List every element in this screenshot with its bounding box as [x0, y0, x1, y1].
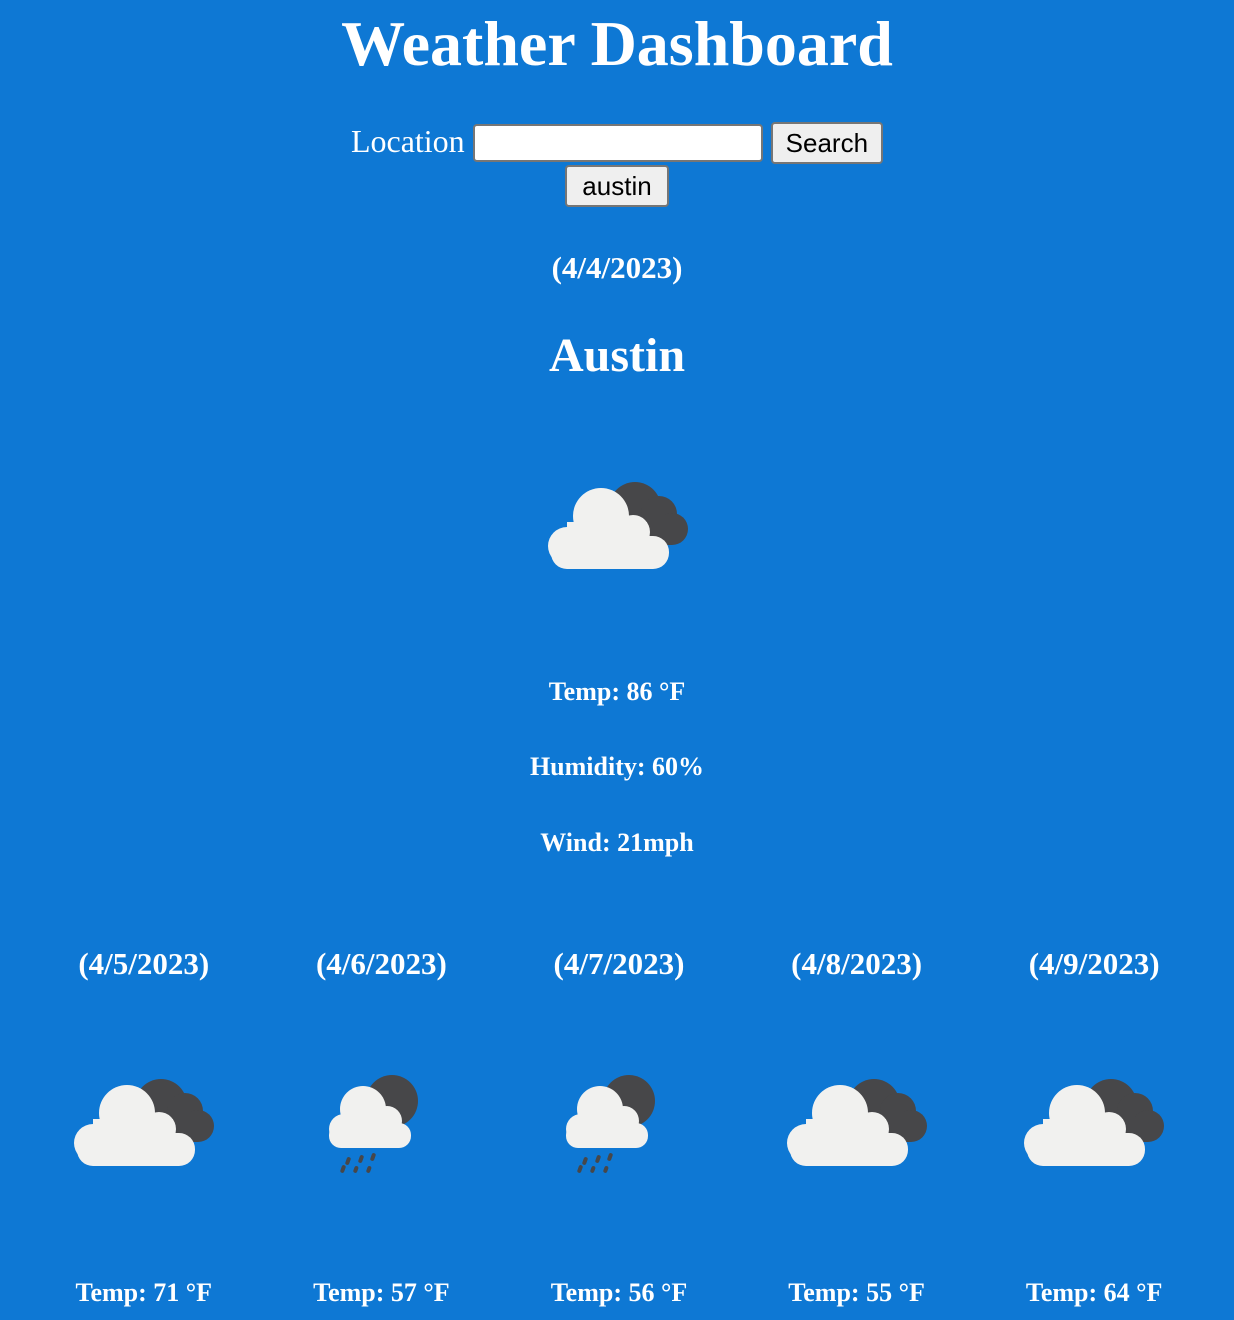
current-wind: Wind: 21mph — [540, 828, 694, 857]
partly-cloudy-icon — [548, 482, 688, 569]
page-title: Weather Dashboard — [341, 8, 893, 79]
partly-cloudy-icon — [74, 1079, 214, 1166]
rain-cloud-icon — [566, 1075, 656, 1173]
search-button[interactable]: Search — [770, 122, 884, 164]
partly-cloudy-icon — [786, 1079, 927, 1166]
forecast-card: (4/9/2023) Temp: 64 °F — [975, 945, 1213, 1320]
location-input[interactable] — [472, 124, 763, 162]
forecast-temp: Temp: 64 °F — [1025, 1278, 1163, 1307]
forecast-temp: Temp: 55 °F — [788, 1278, 925, 1307]
forecast-date: (4/6/2023) — [315, 946, 447, 981]
city-name: Austin — [548, 329, 686, 382]
forecast-row: (4/5/2023) Temp: 71 °F (4/6/2023) Temp: … — [25, 945, 1213, 1320]
forecast-date: (4/7/2023) — [553, 946, 685, 981]
current-date: (4/4/2023) — [551, 250, 683, 285]
forecast-card: (4/8/2023) Temp: 55 °F — [738, 945, 976, 1320]
forecast-card: (4/6/2023) Temp: 57 °F — [263, 945, 501, 1320]
forecast-temp: Temp: 56 °F — [550, 1278, 688, 1307]
forecast-date: (4/9/2023) — [1028, 946, 1160, 981]
forecast-temp: Temp: 57 °F — [313, 1278, 450, 1307]
current-temp: Temp: 86 °F — [548, 677, 686, 706]
current-humidity: Humidity: 60% — [529, 752, 705, 781]
location-label: Location — [350, 122, 465, 159]
forecast-card: (4/5/2023) Temp: 71 °F — [25, 945, 263, 1320]
forecast-date: (4/5/2023) — [78, 946, 210, 981]
search-history: austin — [0, 165, 1234, 209]
search-form: Location Search — [0, 122, 1234, 164]
rain-cloud-icon — [328, 1075, 418, 1173]
partly-cloudy-icon — [1024, 1079, 1165, 1166]
history-button-austin[interactable]: austin — [565, 165, 669, 207]
forecast-card: (4/7/2023) Temp: 56 °F — [500, 945, 738, 1320]
forecast-date: (4/8/2023) — [791, 946, 923, 981]
forecast-temp: Temp: 71 °F — [75, 1278, 213, 1307]
